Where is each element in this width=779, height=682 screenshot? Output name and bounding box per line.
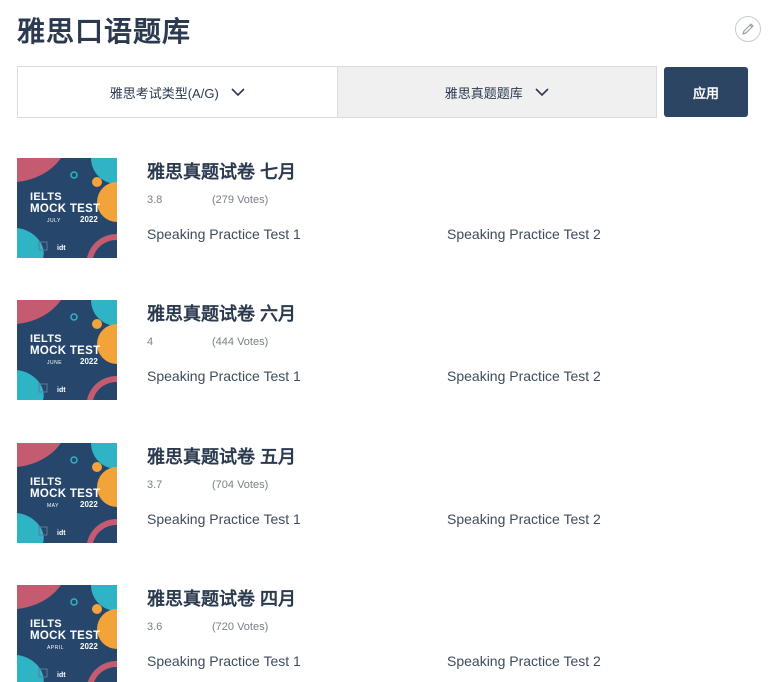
test-thumbnail[interactable]: idt IELTS MOCK TEST JULY 2022: [17, 158, 117, 258]
thumbnail-year: 2022: [80, 215, 98, 224]
thumbnail-line2: MOCK TEST: [30, 345, 101, 357]
vote-count: (444 Votes): [212, 336, 269, 348]
vote-count: (704 Votes): [212, 479, 269, 491]
rating-value: 4: [147, 336, 154, 348]
thumbnail-month: APRIL: [47, 645, 64, 651]
thumbnail-year: 2022: [80, 642, 98, 651]
thumbnail-month: JULY: [47, 218, 61, 224]
thumbnail-line2: MOCK TEST: [30, 630, 101, 642]
thumbnail-line2: MOCK TEST: [30, 203, 101, 215]
test-thumbnail[interactable]: idt IELTS MOCK TEST JUNE 2022: [17, 300, 117, 400]
exam-type-label: 雅思考试类型(A/G): [109, 85, 219, 101]
chevron-down-icon: [231, 87, 245, 96]
svg-text:idt: idt: [57, 672, 66, 679]
rating-value: 3.8: [147, 194, 163, 206]
test-title[interactable]: 雅思真题试卷 四月: [147, 585, 296, 611]
thumbnail-month: JUNE: [47, 360, 63, 366]
speaking-test-1-link[interactable]: Speaking Practice Test 1: [147, 653, 301, 669]
test-title[interactable]: 雅思真题试卷 五月: [147, 443, 296, 469]
test-card: idt IELTS MOCK TEST APRIL 2022 雅思真题试卷 四月…: [17, 585, 757, 682]
test-card: idt IELTS MOCK TEST JULY 2022 雅思真题试卷 七月 …: [17, 158, 757, 260]
test-title[interactable]: 雅思真题试卷 六月: [147, 300, 296, 326]
filter-bar: 雅思考试类型(A/G) 雅思真题题库: [17, 66, 657, 118]
test-title[interactable]: 雅思真题试卷 七月: [147, 158, 296, 184]
thumbnail-year: 2022: [80, 357, 98, 366]
page-title: 雅思口语题库: [17, 16, 192, 47]
speaking-test-2-link[interactable]: Speaking Practice Test 2: [447, 653, 601, 669]
rating-value: 3.7: [147, 479, 163, 491]
speaking-test-1-link[interactable]: Speaking Practice Test 1: [147, 226, 301, 242]
test-card: idt IELTS MOCK TEST JUNE 2022 雅思真题试卷 六月 …: [17, 300, 757, 402]
svg-text:idt: idt: [57, 245, 66, 252]
speaking-test-1-link[interactable]: Speaking Practice Test 1: [147, 511, 301, 527]
speaking-test-1-link[interactable]: Speaking Practice Test 1: [147, 368, 301, 384]
pencil-icon: [742, 23, 754, 35]
apply-button[interactable]: 应用: [664, 67, 748, 117]
thumbnail-line2: MOCK TEST: [30, 488, 101, 500]
question-bank-dropdown[interactable]: 雅思真题题库: [337, 67, 656, 117]
thumbnail-year: 2022: [80, 500, 98, 509]
test-card: idt IELTS MOCK TEST MAY 2022 雅思真题试卷 五月 3…: [17, 443, 757, 545]
thumbnail-line1: IELTS: [30, 191, 62, 203]
thumbnail-line1: IELTS: [30, 476, 62, 488]
vote-count: (720 Votes): [212, 621, 269, 633]
speaking-test-2-link[interactable]: Speaking Practice Test 2: [447, 226, 601, 242]
speaking-test-2-link[interactable]: Speaking Practice Test 2: [447, 368, 601, 384]
edit-button[interactable]: [735, 16, 761, 42]
test-thumbnail[interactable]: idt IELTS MOCK TEST MAY 2022: [17, 443, 117, 543]
rating-value: 3.6: [147, 621, 163, 633]
svg-text:idt: idt: [57, 530, 66, 537]
vote-count: (279 Votes): [212, 194, 269, 206]
exam-type-dropdown[interactable]: 雅思考试类型(A/G): [18, 67, 338, 117]
chevron-down-icon: [535, 87, 549, 96]
svg-text:idt: idt: [57, 387, 66, 394]
thumbnail-month: MAY: [47, 503, 59, 509]
test-thumbnail[interactable]: idt IELTS MOCK TEST APRIL 2022: [17, 585, 117, 682]
thumbnail-line1: IELTS: [30, 333, 62, 345]
question-bank-label: 雅思真题题库: [444, 85, 523, 101]
speaking-test-2-link[interactable]: Speaking Practice Test 2: [447, 511, 601, 527]
thumbnail-line1: IELTS: [30, 618, 62, 630]
